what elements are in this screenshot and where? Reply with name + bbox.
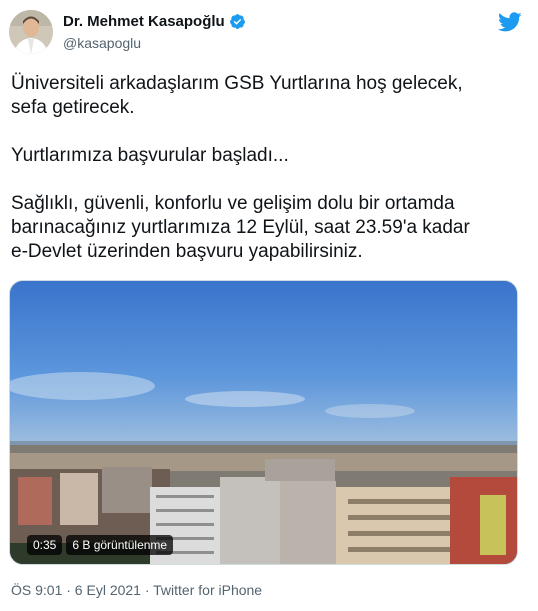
tweet-paragraph: Üniversiteli arkadaşlarım GSB Yurtlarına…: [11, 73, 463, 118]
tweet-paragraph: Sağlıklı, güvenli, konforlu ve gelişim d…: [11, 193, 470, 262]
verified-badge-icon: [229, 14, 245, 29]
video-duration: 0:35: [27, 535, 63, 555]
video-player[interactable]: 0:35 6 B görüntülenme: [9, 280, 518, 565]
video-badge: 0:35 6 B görüntülenme: [27, 535, 174, 555]
author-avatar[interactable]: [9, 10, 53, 54]
author-name[interactable]: Dr. Mehmet Kasapoğlu: [63, 13, 246, 30]
tweet-text: Üniversiteli arkadaşlarım GSB Yurtlarına…: [11, 72, 531, 264]
author-name-text[interactable]: Dr. Mehmet Kasapoğlu: [63, 13, 225, 30]
tweet-card: Dr. Mehmet Kasapoğlu @kasapoglu Üniversi…: [0, 0, 538, 611]
video-views: 6 B görüntülenme: [66, 535, 174, 555]
tweet-meta[interactable]: ÖS 9:01 · 6 Eyl 2021 · Twitter for iPhon…: [11, 582, 262, 598]
video-thumbnail: [10, 281, 517, 564]
author-handle[interactable]: @kasapoglu: [63, 35, 141, 51]
tweet-paragraph: Yurtlarımıza başvurular başladı...: [11, 145, 289, 166]
twitter-bird-icon[interactable]: [498, 10, 522, 34]
